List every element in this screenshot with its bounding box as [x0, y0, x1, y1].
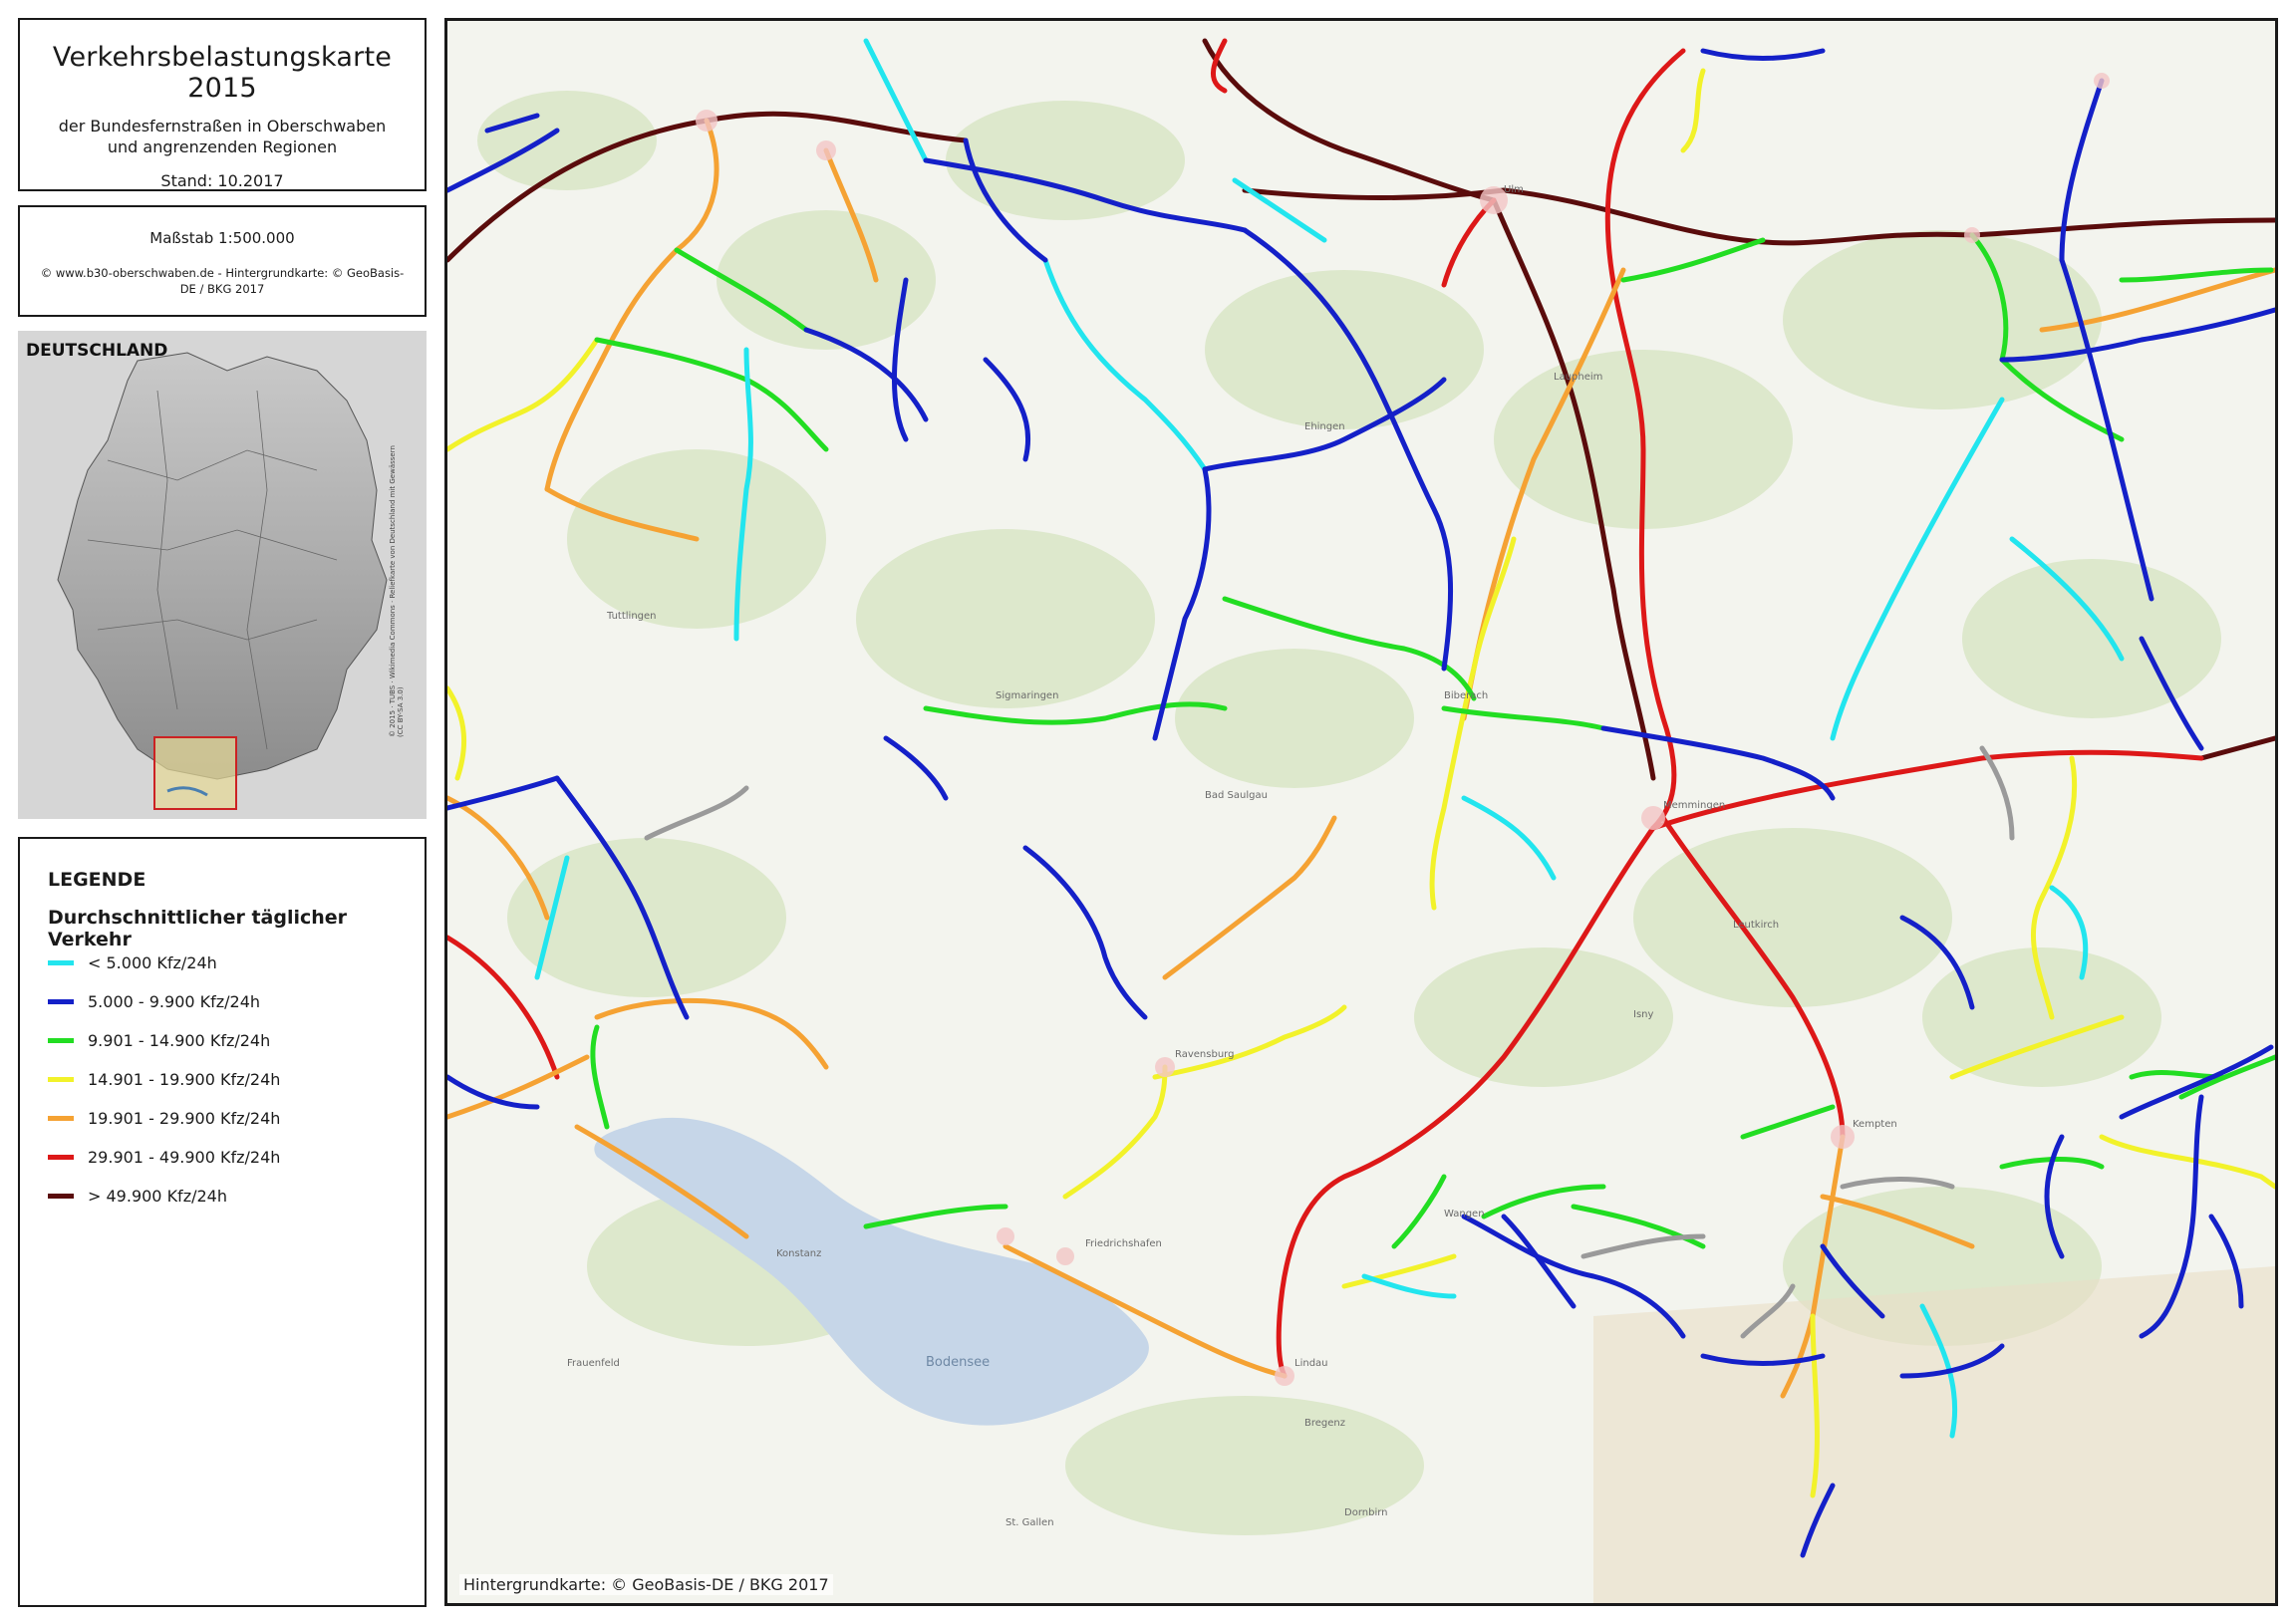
legend-item-5000: 5.000 - 9.900 Kfz/24h — [48, 990, 260, 1012]
place-label: Sigmaringen — [996, 690, 1058, 701]
scale-label: Maßstab 1:500.000 — [149, 229, 295, 247]
place-label: Kempten — [1853, 1119, 1897, 1130]
place-label: Isny — [1633, 1009, 1653, 1020]
germany-relief-map — [18, 331, 427, 819]
place-label: St. Gallen — [1005, 1517, 1054, 1528]
place-label: Friedrichshafen — [1085, 1238, 1162, 1249]
legend-swatch — [48, 1076, 74, 1082]
legend-item-lt5000: < 5.000 Kfz/24h — [48, 951, 217, 973]
place-label: Frauenfeld — [567, 1358, 620, 1369]
map-subtitle-line2: und angrenzenden Regionen — [107, 137, 338, 156]
legend-swatch — [48, 1037, 74, 1043]
credit-line1: © www.b30-oberschwaben.de - Hintergrundk… — [40, 266, 405, 280]
place-label: Dornbirn — [1344, 1507, 1388, 1518]
place-label: Bad Saulgau — [1205, 790, 1268, 801]
legend-item-gt49900: > 49.900 Kfz/24h — [48, 1185, 227, 1207]
place-label: Ulm — [1504, 184, 1524, 195]
place-label: Konstanz — [776, 1248, 821, 1259]
legend-label: < 5.000 Kfz/24h — [88, 952, 217, 972]
legend-label: > 49.900 Kfz/24h — [88, 1186, 227, 1206]
lake-label: Bodensee — [926, 1355, 990, 1370]
legend-item-19901: 19.901 - 29.900 Kfz/24h — [48, 1107, 280, 1129]
map-date: Stand: 10.2017 — [160, 171, 284, 190]
place-label: Ehingen — [1304, 421, 1345, 432]
legend-swatch — [48, 1193, 74, 1199]
legend-item-9901: 9.901 - 14.900 Kfz/24h — [48, 1029, 270, 1051]
overview-title: DEUTSCHLAND — [26, 341, 168, 361]
legend-label: 9.901 - 14.900 Kfz/24h — [88, 1030, 271, 1050]
overview-map: DEUTSCHLAND © 2015 · TUBS · Wikimedia Co… — [18, 331, 427, 819]
legend-label: 5.000 - 9.900 Kfz/24h — [88, 991, 261, 1011]
legend-panel: LEGENDE Durchschnittlicher täglicher Ver… — [18, 837, 427, 1607]
place-label: Biberach — [1444, 690, 1488, 701]
legend-swatch — [48, 1154, 74, 1160]
place-label: Ravensburg — [1175, 1049, 1234, 1060]
region-highlight — [153, 736, 237, 810]
legend-swatch — [48, 1115, 74, 1121]
map-canvas: Bodensee Ulm Biberach Ravensburg Friedri… — [447, 21, 2275, 1603]
legend-subtitle: Durchschnittlicher täglicher Verkehr — [48, 907, 348, 950]
map-subtitle-line1: der Bundesfernstraßen in Oberschwaben — [58, 117, 387, 135]
legend-title: LEGENDE — [48, 869, 146, 891]
credit-text: © www.b30-oberschwaben.de - Hintergrundk… — [20, 265, 425, 297]
legend-item-29901: 29.901 - 49.900 Kfz/24h — [48, 1146, 280, 1168]
place-label: Leutkirch — [1733, 920, 1779, 931]
map-title: Verkehrsbelastungskarte 2015 — [52, 42, 393, 104]
legend-item-14901: 14.901 - 19.900 Kfz/24h — [48, 1068, 280, 1090]
traffic-map[interactable]: Bodensee Ulm Biberach Ravensburg Friedri… — [444, 18, 2278, 1606]
map-credit: Hintergrundkarte: © GeoBasis-DE / BKG 20… — [459, 1574, 833, 1595]
scale-panel: Maßstab 1:500.000 © www.b30-oberschwaben… — [18, 205, 427, 317]
place-label: Wangen — [1444, 1209, 1485, 1219]
legend-label: 19.901 - 29.900 Kfz/24h — [88, 1108, 281, 1128]
place-label: Laupheim — [1554, 372, 1602, 383]
place-label: Memmingen — [1663, 800, 1725, 811]
place-label: Bregenz — [1304, 1418, 1345, 1429]
title-panel: Verkehrsbelastungskarte 2015 der Bundesf… — [18, 18, 427, 191]
place-label: Lindau — [1294, 1358, 1328, 1369]
legend-label: 14.901 - 19.900 Kfz/24h — [88, 1069, 281, 1089]
legend-swatch — [48, 998, 74, 1004]
credit-line2: DE / BKG 2017 — [179, 282, 265, 296]
overview-credit: © 2015 · TUBS · Wikimedia Commons · Reli… — [389, 445, 405, 737]
legend-label: 29.901 - 49.900 Kfz/24h — [88, 1147, 281, 1167]
place-label: Tuttlingen — [606, 611, 657, 622]
legend-swatch — [48, 959, 74, 965]
